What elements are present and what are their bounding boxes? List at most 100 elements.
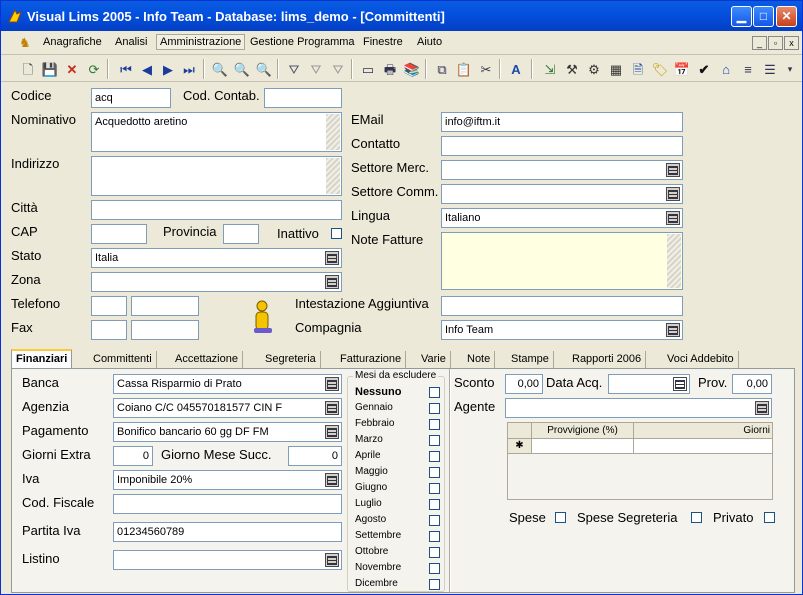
inattivo-checkbox[interactable]: [331, 228, 342, 239]
zona-dropdown-icon[interactable]: [325, 275, 339, 289]
tab-finanziari[interactable]: Finanziari: [11, 349, 73, 370]
last-icon[interactable]: ⏭: [180, 60, 198, 78]
font-icon[interactable]: A: [507, 60, 525, 78]
mdi-minimize-button[interactable]: _: [752, 36, 767, 50]
pagamento-dropdown-icon[interactable]: [325, 425, 339, 439]
zona-select[interactable]: [91, 272, 342, 292]
menu-aiuto[interactable]: Aiuto: [417, 36, 442, 48]
grid-header-provvigione[interactable]: Provvigione (%): [532, 423, 634, 439]
intestazione-field[interactable]: [441, 296, 683, 316]
provvigioni-grid[interactable]: Provvigione (%) Giorni ✱: [507, 422, 773, 500]
banca-select[interactable]: Cassa Risparmio di Prato: [113, 374, 342, 394]
tag-icon[interactable]: 🏷: [651, 60, 669, 78]
mdi-close-button[interactable]: x: [784, 36, 799, 50]
grid-header-giorni[interactable]: Giorni: [634, 423, 772, 439]
mese-checkbox[interactable]: [429, 403, 440, 414]
mese-checkbox[interactable]: [429, 579, 440, 590]
menu-anagrafiche[interactable]: Anagrafiche: [43, 36, 102, 48]
email-field[interactable]: info@iftm.it: [441, 112, 683, 132]
tab-varie[interactable]: Varie: [417, 351, 451, 369]
sconto-field[interactable]: 0,00: [505, 374, 543, 394]
mese-checkbox[interactable]: [429, 467, 440, 478]
indirizzo-field[interactable]: [91, 156, 342, 196]
first-icon[interactable]: ⏮: [117, 60, 135, 78]
note-fatture-field[interactable]: [441, 232, 683, 290]
fax-prefix-field[interactable]: [91, 320, 127, 340]
fax-number-field[interactable]: [131, 320, 199, 340]
filter-apply-icon[interactable]: ⛛: [307, 60, 325, 78]
agente-select[interactable]: [505, 398, 772, 418]
tab-rapporti-2006[interactable]: Rapporti 2006: [568, 351, 647, 369]
sort-icon[interactable]: ≡: [739, 60, 757, 78]
document-icon[interactable]: 🗎: [629, 60, 647, 78]
form-icon[interactable]: ▭: [359, 60, 377, 78]
menu-finestre[interactable]: Finestre: [363, 36, 403, 48]
agenzia-select[interactable]: Coiano C/C 045570181577 CIN F: [113, 398, 342, 418]
maximize-button[interactable]: □: [753, 6, 774, 27]
cut-icon[interactable]: ✂: [477, 60, 495, 78]
stato-select[interactable]: Italia: [91, 248, 342, 268]
paste-icon[interactable]: 📋: [455, 60, 473, 78]
find-next-icon[interactable]: 🔍: [233, 60, 251, 78]
nominativo-field[interactable]: Acquedotto aretino: [91, 112, 342, 152]
tab-committenti[interactable]: Committenti: [89, 351, 157, 369]
data-acq-field[interactable]: [608, 374, 690, 394]
mese-checkbox[interactable]: [429, 435, 440, 446]
pagamento-select[interactable]: Bonifico bancario 60 gg DF FM: [113, 422, 342, 442]
mese-checkbox[interactable]: [429, 483, 440, 494]
title-bar[interactable]: Visual Lims 2005 - Info Team - Database:…: [1, 1, 802, 31]
spese-checkbox[interactable]: [555, 512, 566, 523]
prev-icon[interactable]: ◀: [138, 60, 156, 78]
tab-accettazione[interactable]: Accettazione: [171, 351, 243, 369]
nominativo-scrollbar[interactable]: [326, 114, 340, 150]
toolbar-overflow-icon[interactable]: ▾: [781, 60, 799, 78]
giorno-mese-field[interactable]: 0: [288, 446, 342, 466]
cod-contab-field[interactable]: [264, 88, 342, 108]
tab-fatturazione[interactable]: Fatturazione: [336, 351, 407, 369]
calculator-icon[interactable]: ▦: [607, 60, 625, 78]
cod-fiscale-field[interactable]: [113, 494, 342, 514]
contatto-field[interactable]: [441, 136, 683, 156]
menu-app-icon[interactable]: ♞: [19, 35, 31, 51]
lingua-dropdown-icon[interactable]: [666, 211, 680, 225]
partita-iva-field[interactable]: 01234560789: [113, 522, 342, 542]
settore-merc-select[interactable]: [441, 160, 683, 180]
find-prev-icon[interactable]: 🔍: [255, 60, 273, 78]
check-icon[interactable]: ✔: [695, 60, 713, 78]
mese-checkbox[interactable]: [429, 515, 440, 526]
menu-amministrazione[interactable]: Amministrazione: [156, 34, 246, 50]
prov-field[interactable]: 0,00: [732, 374, 772, 394]
settore-comm-select[interactable]: [441, 184, 683, 204]
compagnia-select[interactable]: Info Team: [441, 320, 683, 340]
calendar-icon[interactable]: 📅: [673, 60, 691, 78]
telefono-prefix-field[interactable]: [91, 296, 127, 316]
privato-checkbox[interactable]: [764, 512, 775, 523]
codice-field[interactable]: acq: [91, 88, 171, 108]
tab-stampe[interactable]: Stampe: [507, 351, 554, 369]
iva-dropdown-icon[interactable]: [325, 473, 339, 487]
iva-select[interactable]: Imponibile 20%: [113, 470, 342, 490]
mese-checkbox[interactable]: [429, 387, 440, 398]
settore-merc-dropdown-icon[interactable]: [666, 163, 680, 177]
grid-cell-giorni[interactable]: [634, 439, 772, 454]
cap-field[interactable]: [91, 224, 147, 244]
mese-checkbox[interactable]: [429, 499, 440, 510]
grid-cell-provvigione[interactable]: [532, 439, 634, 454]
note-fatture-scrollbar[interactable]: [667, 234, 681, 288]
mdi-restore-button[interactable]: ▫: [768, 36, 783, 50]
new-icon[interactable]: 🗋: [19, 60, 37, 78]
mese-checkbox[interactable]: [429, 419, 440, 430]
preview-icon[interactable]: 🖶: [381, 60, 399, 78]
export-icon[interactable]: ⇲: [541, 60, 559, 78]
filter-clear-icon[interactable]: ⛛: [329, 60, 347, 78]
lingua-select[interactable]: Italiano: [441, 208, 683, 228]
save-icon[interactable]: 💾: [41, 60, 59, 78]
settore-comm-dropdown-icon[interactable]: [666, 187, 680, 201]
minimize-button[interactable]: ▁: [731, 6, 752, 27]
menu-analisi[interactable]: Analisi: [115, 36, 147, 48]
tab-segreteria[interactable]: Segreteria: [261, 351, 321, 369]
menu-gestione-programma[interactable]: Gestione Programma: [250, 36, 355, 48]
calendar-icon[interactable]: [673, 377, 687, 391]
spese-segreteria-checkbox[interactable]: [691, 512, 702, 523]
next-icon[interactable]: ▶: [159, 60, 177, 78]
